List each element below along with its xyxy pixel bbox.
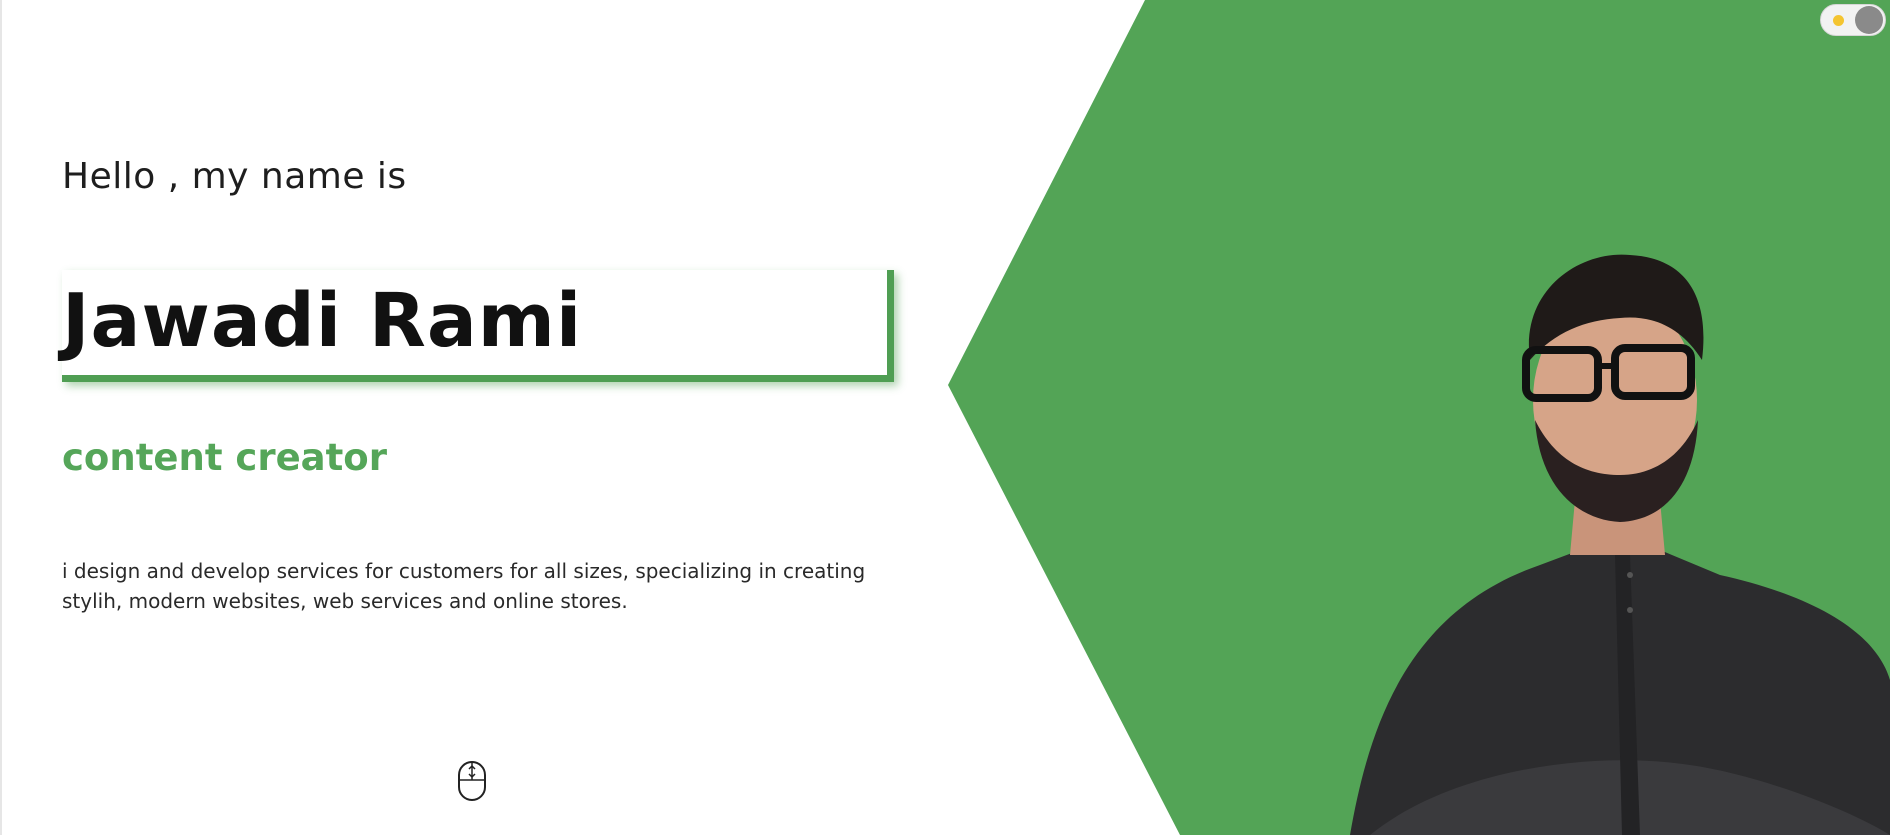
sun-icon: [1833, 15, 1844, 26]
theme-toggle[interactable]: [1820, 4, 1886, 36]
hero-description: i design and develop services for custom…: [62, 559, 866, 613]
portrait-photo: [1350, 254, 1890, 835]
greeting-text: Hello , my name is: [62, 156, 407, 197]
hero-page: Hello , my name is Jawadi Rami content c…: [0, 0, 1890, 835]
toggle-knob: [1855, 6, 1883, 34]
hero-name: Jawadi Rami: [62, 278, 583, 364]
mouse-scroll-icon[interactable]: [457, 760, 487, 802]
hero-role: content creator: [62, 436, 387, 479]
